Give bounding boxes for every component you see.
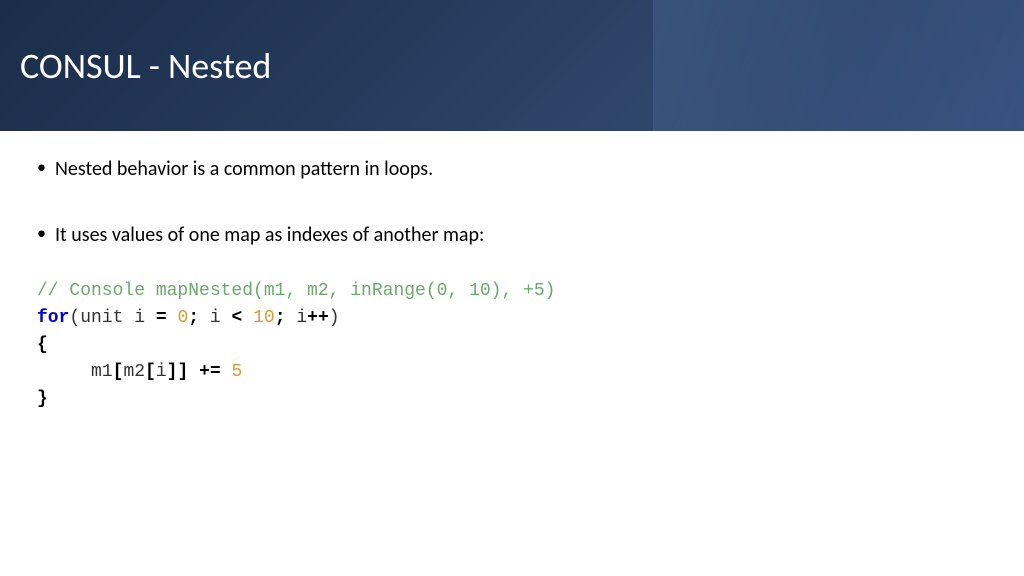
slide-content: Nested behavior is a common pattern in l… <box>0 131 1024 438</box>
code-for-line: for(unit i = 0; i < 10; i++) <box>37 305 987 332</box>
bullet-item: Nested behavior is a common pattern in l… <box>37 156 987 182</box>
code-body-line: m1[m2[i]] += 5 <box>37 359 987 386</box>
bullet-list: Nested behavior is a common pattern in l… <box>37 156 987 248</box>
code-block: // Console mapNested(m1, m2, inRange(0, … <box>37 278 987 413</box>
bullet-item: It uses values of one map as indexes of … <box>37 222 987 248</box>
code-comment-line: // Console mapNested(m1, m2, inRange(0, … <box>37 278 987 305</box>
slide-title: CONSUL - Nested <box>20 44 271 88</box>
code-comment: // Console mapNested(m1, m2, inRange(0, … <box>37 281 555 301</box>
slide-header: CONSUL - Nested <box>0 0 1024 131</box>
code-brace-close: } <box>37 386 987 413</box>
code-brace-open: { <box>37 332 987 359</box>
